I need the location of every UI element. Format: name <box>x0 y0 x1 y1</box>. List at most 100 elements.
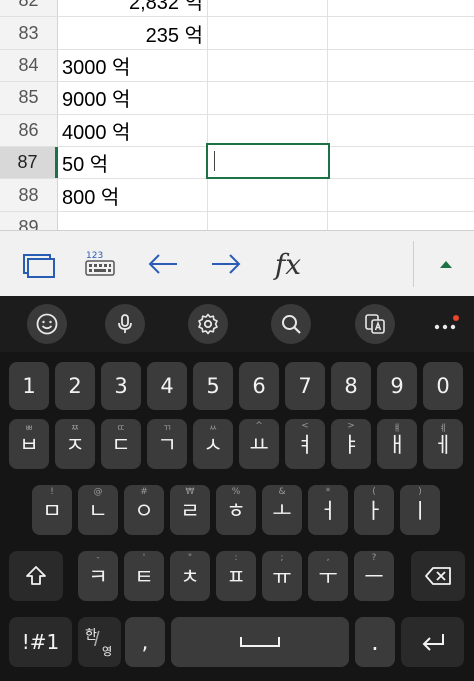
number-key[interactable]: 8 <box>331 362 371 410</box>
cell-a[interactable]: 235 억 <box>58 17 208 49</box>
cell-a[interactable]: 4000 억 <box>58 114 208 146</box>
letter-key[interactable]: :ㅍ <box>216 551 256 601</box>
cell-c[interactable] <box>328 147 474 178</box>
key-label: 7 <box>298 374 312 398</box>
row-header[interactable]: 86 <box>0 114 58 146</box>
translate-button[interactable] <box>355 304 395 344</box>
letter-key[interactable]: * ㅓ <box>308 485 348 535</box>
letter-key[interactable]: ^ ㅛ <box>239 419 279 469</box>
number-key[interactable]: 3 <box>101 362 141 410</box>
letter-key[interactable]: (ㅏ <box>354 485 394 535</box>
backspace-key[interactable] <box>411 551 465 601</box>
letter-key[interactable]: ' ㅌ <box>124 551 164 601</box>
number-key[interactable]: 2 <box>55 362 95 410</box>
number-key[interactable]: 4 <box>147 362 187 410</box>
cell-c[interactable] <box>328 50 474 81</box>
cell-c[interactable] <box>328 179 474 210</box>
symbols-key[interactable]: !#1 <box>9 617 72 667</box>
key-label: ㅏ <box>364 499 384 523</box>
cell-b[interactable] <box>208 114 328 146</box>
cell-c[interactable] <box>328 82 474 113</box>
cell-a[interactable]: 9000 억 <box>58 82 208 114</box>
cell-a[interactable]: 3000 억 <box>58 49 208 82</box>
letter-key[interactable]: ㅖㅔ <box>423 419 463 469</box>
cell-c[interactable] <box>328 0 474 16</box>
key-hint-label: ㄲ <box>162 424 172 434</box>
language-switch-key[interactable]: 한 / 영 <box>78 617 121 667</box>
cell-b[interactable] <box>208 179 328 211</box>
cell-b[interactable] <box>208 49 328 82</box>
number-key[interactable]: 1 <box>9 362 49 410</box>
shift-key[interactable] <box>9 551 63 601</box>
letter-key[interactable]: ₩ ㄹ <box>170 485 210 535</box>
lang-bottom-label: 영 <box>102 645 113 658</box>
period-key[interactable]: . <box>355 617 395 667</box>
enter-key[interactable] <box>401 617 464 667</box>
letter-key[interactable]: % ㅎ <box>216 485 256 535</box>
letter-key[interactable]: ; ㅠ <box>262 551 302 601</box>
cell-c[interactable] <box>328 115 474 146</box>
letter-key[interactable]: ㅉㅈ <box>55 419 95 469</box>
row-header[interactable]: 84 <box>0 49 58 82</box>
number-key[interactable]: 7 <box>285 362 325 410</box>
cell-b[interactable] <box>208 0 328 17</box>
row-header[interactable]: 83 <box>0 17 58 49</box>
letter-key[interactable]: -ㅋ <box>78 551 118 601</box>
numpad-button[interactable]: 123 <box>70 231 130 297</box>
row-header[interactable]: 88 <box>0 179 58 211</box>
cell-b[interactable] <box>208 82 328 114</box>
row-header[interactable]: 82 <box>0 0 58 17</box>
key-hint-label: : <box>234 553 238 563</box>
letter-key[interactable]: ) ㅣ <box>400 485 440 535</box>
insert-function-button[interactable]: fx <box>258 231 318 297</box>
key-hint-label: ) <box>418 487 422 497</box>
emoji-button[interactable] <box>27 304 67 344</box>
letter-key[interactable]: ? ㅡ <box>354 551 394 601</box>
number-key[interactable]: 9 <box>377 362 417 410</box>
cell-b[interactable] <box>208 17 328 49</box>
letter-key[interactable]: ㄸㄷ <box>101 419 141 469</box>
letter-key[interactable]: & ㅗ <box>262 485 302 535</box>
letter-key[interactable]: ㄲㄱ <box>147 419 187 469</box>
letter-key[interactable]: ㅃㅂ <box>9 419 49 469</box>
letter-key[interactable]: < ㅕ <box>285 419 325 469</box>
letter-key[interactable]: > ㅑ <box>331 419 371 469</box>
voice-input-button[interactable] <box>105 304 145 344</box>
enter-icon <box>422 634 444 651</box>
active-cell-editor[interactable] <box>206 143 330 179</box>
letter-key[interactable]: # ㅇ <box>124 485 164 535</box>
comma-key[interactable]: , <box>125 617 165 667</box>
letter-key[interactable]: @ ㄴ <box>78 485 118 535</box>
cell-c[interactable] <box>328 17 474 48</box>
number-key[interactable]: 5 <box>193 362 233 410</box>
cell-a[interactable]: 800 억 <box>58 179 208 211</box>
move-right-button[interactable] <box>196 231 256 297</box>
number-key[interactable]: 6 <box>239 362 279 410</box>
row-header[interactable]: 85 <box>0 82 58 114</box>
letter-key[interactable]: ㅆㅅ <box>193 419 233 469</box>
more-options-button[interactable] <box>426 304 466 344</box>
space-key[interactable] <box>171 617 349 667</box>
cell-a[interactable]: 50 억 <box>58 147 208 179</box>
cell-a[interactable]: 2,832 억 <box>58 0 208 17</box>
cell-a[interactable] <box>58 211 208 230</box>
row-header[interactable]: 89 <box>0 211 58 230</box>
letter-key[interactable]: " ㅊ <box>170 551 210 601</box>
keyboard-search-button[interactable] <box>271 304 311 344</box>
keyboard-settings-button[interactable] <box>188 304 228 344</box>
cell-c[interactable] <box>328 212 474 230</box>
letter-key[interactable]: ! ㅁ <box>32 485 72 535</box>
letter-key[interactable]: ,ㅜ <box>308 551 348 601</box>
sheet-view-button[interactable] <box>8 231 68 297</box>
letter-key[interactable]: ㅒㅐ <box>377 419 417 469</box>
key-label: ㅎ <box>226 499 246 523</box>
expand-toolbar-button[interactable] <box>416 231 474 297</box>
key-label: ㅜ <box>318 565 338 589</box>
number-key[interactable]: 0 <box>423 362 463 410</box>
cell-b[interactable] <box>208 211 328 230</box>
spreadsheet-grid[interactable]: 82 2,832 억 83 235 억 84 3000 억 85 9000 억 86 4000 억… <box>0 0 474 230</box>
move-left-button[interactable] <box>133 231 193 297</box>
key-label: ㅡ <box>364 565 384 589</box>
row-header[interactable]: 87 <box>0 147 58 179</box>
gear-icon <box>198 313 218 335</box>
